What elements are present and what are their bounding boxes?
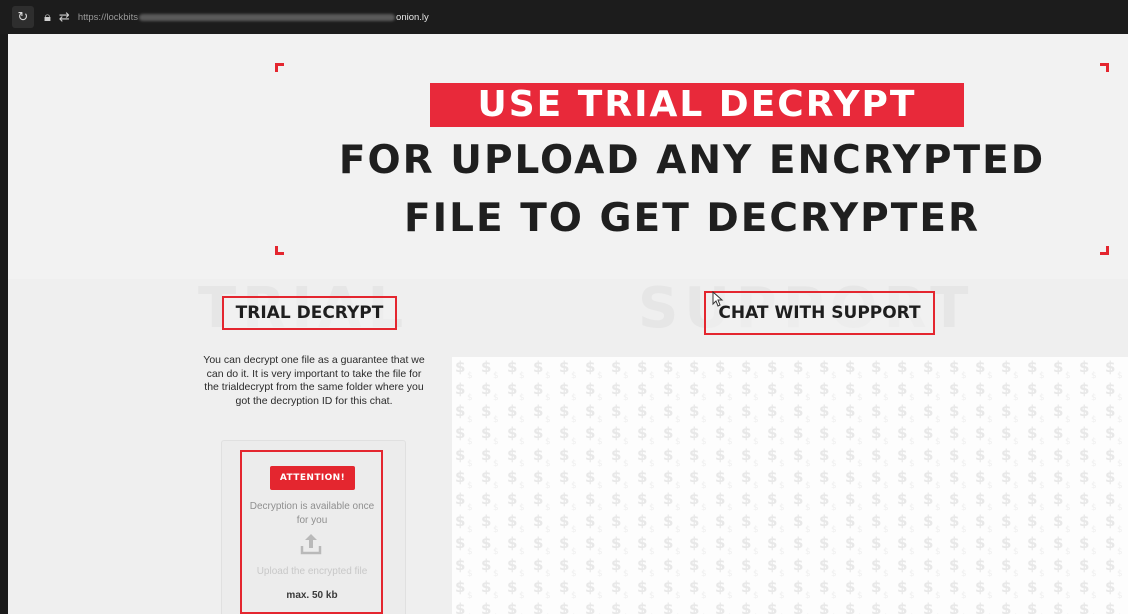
hero-line-2: FOR UPLOAD ANY ENCRYPTED bbox=[338, 138, 1046, 183]
chat-support-title: CHAT WITH SUPPORT bbox=[704, 291, 935, 335]
dollar-pattern-background: $ $ bbox=[452, 357, 1128, 614]
chat-window[interactable]: $ $ bbox=[452, 357, 1128, 614]
corner-bracket-top-left bbox=[275, 63, 284, 72]
url-domain[interactable]: onion.ly bbox=[396, 12, 429, 23]
trial-decrypt-title: TRIAL DECRYPT bbox=[222, 296, 397, 330]
trial-description: You can decrypt one file as a guarantee … bbox=[203, 354, 425, 407]
hero-banner: USE TRIAL DECRYPT FOR UPLOAD ANY ENCRYPT… bbox=[8, 34, 1128, 279]
hero-line-3: FILE TO GET DECRYPTER bbox=[403, 196, 981, 241]
upload-file-label[interactable]: Upload the encrypted file bbox=[244, 566, 380, 577]
availability-text: Decryption is available once for you bbox=[249, 501, 375, 526]
corner-bracket-bottom-right bbox=[1100, 246, 1109, 255]
swap-icon[interactable]: ⇄ bbox=[59, 10, 70, 25]
hero-highlight-heading: USE TRIAL DECRYPT bbox=[430, 83, 964, 127]
reload-icon[interactable]: ↻ bbox=[12, 6, 34, 28]
attention-button[interactable]: ATTENTION! bbox=[270, 466, 355, 490]
url-prefix[interactable]: https://lockbits bbox=[78, 12, 138, 23]
browser-address-bar: ↻ 🔒︎ ⇄ https://lockbits onion.ly bbox=[0, 0, 1128, 34]
max-size-label: max. 50 kb bbox=[286, 590, 338, 601]
mouse-cursor-icon bbox=[712, 291, 724, 307]
page-content: USE TRIAL DECRYPT FOR UPLOAD ANY ENCRYPT… bbox=[8, 34, 1128, 614]
lower-section: TRIAL SUPPORT TRIAL DECRYPT CHAT WITH SU… bbox=[8, 279, 1128, 614]
corner-bracket-bottom-left bbox=[275, 246, 284, 255]
upload-icon[interactable] bbox=[298, 531, 324, 557]
lock-icon[interactable]: 🔒︎ bbox=[44, 10, 51, 25]
corner-bracket-top-right bbox=[1100, 63, 1109, 72]
url-redacted bbox=[139, 13, 396, 21]
